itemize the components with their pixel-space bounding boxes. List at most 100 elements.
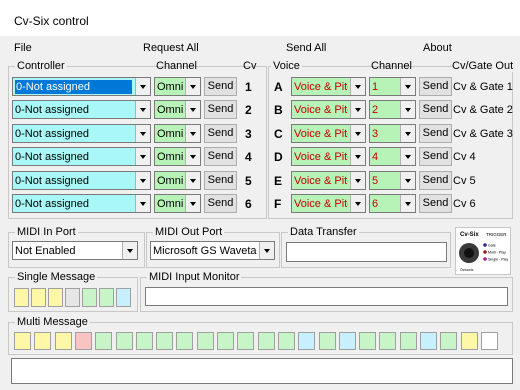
single-message-cell[interactable] [48,288,63,307]
controller-channel-select[interactable]: Omni [154,100,201,119]
chevron-down-icon [185,125,200,142]
multi-message-cell[interactable] [278,332,295,350]
gate-led-icon [483,243,487,247]
chevron-down-icon [135,172,150,189]
multi-message-cell[interactable] [359,332,376,350]
voice-letter: B [274,103,283,117]
voice-mode-value: Voice & Pitch [294,151,348,163]
multi-message-cell[interactable] [14,332,31,350]
midi-out-port-select[interactable]: Microsoft GS Wavetable Sy [150,241,275,260]
multi-message-cell[interactable] [116,332,133,350]
multi-message-cell[interactable] [481,332,498,350]
data-transfer-label: Data Transfer [288,226,359,238]
controller-select[interactable]: 0-Not assigned [12,124,151,143]
controller-select[interactable]: 0-Not assigned [12,100,151,119]
status-field[interactable] [11,358,513,384]
chevron-down-icon [135,195,150,212]
controller-send-button[interactable]: Send [204,194,237,213]
multi-message-cell[interactable] [258,332,275,350]
chevron-down-icon [135,78,150,95]
cv-gate-output-label: Cv 6 [453,198,476,210]
voice-channel-select[interactable]: 4 [369,147,416,166]
chevron-down-icon [185,78,200,95]
single-message-cell[interactable] [99,288,114,307]
midi-input-monitor-field[interactable] [145,287,508,306]
voice-mode-select[interactable]: Voice & Pitch [291,147,366,166]
controller-send-button[interactable]: Send [204,124,237,143]
multi-message-cell[interactable] [95,332,112,350]
multi-message-cell[interactable] [237,332,254,350]
cv-number: 1 [245,80,252,94]
controller-send-button[interactable]: Send [204,100,237,119]
controller-channel-header: Channel [156,60,197,72]
menu-file[interactable]: File [14,42,32,54]
multi-message-cell[interactable] [176,332,193,350]
controller-channel-select[interactable]: Omni [154,77,201,96]
controller-channel-select[interactable]: Omni [154,147,201,166]
menu-about[interactable]: About [423,42,452,54]
multi-message-cell[interactable] [55,332,72,350]
cv-gate-out-header: Cv/Gate Out [452,60,514,72]
single-message-cell[interactable] [31,288,46,307]
midi-in-port-select[interactable]: Not Enabled [12,241,138,260]
multi-message-cell[interactable] [34,332,51,350]
voice-mode-select[interactable]: Voice & Pitch [291,100,366,119]
single-message-cell[interactable] [65,288,80,307]
controller-channel-select[interactable]: Omni [154,124,201,143]
voice-channel-select[interactable]: 1 [369,77,416,96]
multi-message-cell[interactable] [440,332,457,350]
logo-legend-gate: Gate [488,244,496,248]
voice-channel-select[interactable]: 6 [369,194,416,213]
voice-channel-select[interactable]: 2 [369,100,416,119]
controller-select[interactable]: 0-Not assigned [12,77,151,96]
controller-select[interactable]: 0-Not assigned [12,171,151,190]
voice-send-button[interactable]: Send [419,171,452,190]
controller-channel-select[interactable]: Omni [154,171,201,190]
chevron-down-icon [350,148,365,165]
voice-send-button[interactable]: Send [419,194,452,213]
voice-channel-select[interactable]: 3 [369,124,416,143]
voice-send-button[interactable]: Send [419,124,452,143]
multi-message-cell[interactable] [379,332,396,350]
controller-channel-value: Omni [157,175,183,187]
voice-send-button[interactable]: Send [419,147,452,166]
controller-channel-value: Omni [157,151,183,163]
single-message-cell[interactable] [82,288,97,307]
multi-message-cell[interactable] [400,332,417,350]
single-message-cell[interactable] [14,288,29,307]
chevron-down-icon [350,195,365,212]
multi-message-cell[interactable] [136,332,153,350]
controller-send-button[interactable]: Send [204,77,237,96]
controller-value: 0-Not assigned [15,104,89,116]
voice-mode-select[interactable]: Voice & Pitch [291,77,366,96]
voice-mode-select[interactable]: Voice & Pitch [291,124,366,143]
voice-mode-select[interactable]: Voice & Pitch [291,194,366,213]
voice-mode-select[interactable]: Voice & Pitch [291,171,366,190]
multi-message-cell[interactable] [420,332,437,350]
controller-select[interactable]: 0-Not assigned [12,194,151,213]
cv-number: 3 [245,127,252,141]
menu-send-all[interactable]: Send All [286,42,326,54]
multi-message-cell[interactable] [75,332,92,350]
multi-message-cell[interactable] [461,332,478,350]
multi-message-cell[interactable] [339,332,356,350]
controller-select[interactable]: 0-Not assigned [12,147,151,166]
voice-channel-select[interactable]: 5 [369,171,416,190]
single-message-cell[interactable] [116,288,131,307]
menu-request-all[interactable]: Request All [143,42,199,54]
data-transfer-field[interactable] [286,242,447,262]
controller-channel-select[interactable]: Omni [154,194,201,213]
multi-play-led-icon [483,250,487,254]
multi-message-cell[interactable] [298,332,315,350]
controller-send-button[interactable]: Send [204,147,237,166]
controller-value: 0-Not assigned [15,80,132,94]
controller-channel-value: Omni [157,128,183,140]
multi-message-cell[interactable] [197,332,214,350]
multi-message-cell[interactable] [156,332,173,350]
voice-send-button[interactable]: Send [419,77,452,96]
voice-channel-value: 4 [372,151,379,163]
multi-message-cell[interactable] [319,332,336,350]
multi-message-cell[interactable] [217,332,234,350]
controller-send-button[interactable]: Send [204,171,237,190]
voice-send-button[interactable]: Send [419,100,452,119]
